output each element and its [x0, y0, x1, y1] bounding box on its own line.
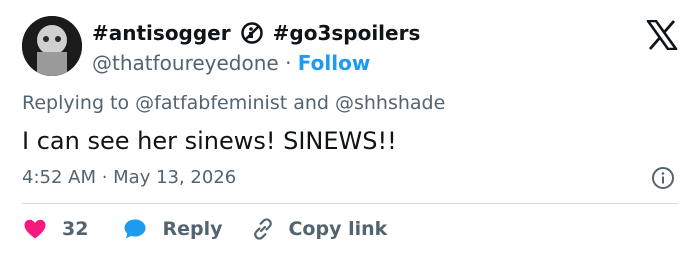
tweet-card: #antisogger #go3spoilers @thatfoureyedon… [0, 0, 700, 256]
action-bar: 32 Reply Copy link [22, 214, 387, 244]
author-info: #antisogger #go3spoilers @thatfoureyedon… [92, 20, 420, 76]
reply-button[interactable]: Reply [122, 216, 222, 242]
display-name[interactable]: #antisogger #go3spoilers [92, 20, 420, 46]
info-icon[interactable] [651, 166, 675, 190]
divider [22, 203, 678, 204]
handle-row: @thatfoureyedone · Follow [92, 50, 420, 76]
link-icon [254, 218, 273, 240]
display-name-part2: #go3spoilers [272, 21, 421, 45]
tweet-text: I can see her sinews! SINEWS!! [22, 127, 397, 155]
heart-icon [24, 219, 46, 239]
follow-button[interactable]: Follow [298, 51, 371, 75]
no-entry-icon [240, 22, 263, 44]
copy-link-label: Copy link [288, 218, 388, 240]
separator: · [285, 51, 292, 75]
avatar[interactable] [22, 16, 82, 76]
display-name-part1: #antisogger [92, 21, 231, 45]
timestamp[interactable]: 4:52 AM · May 13, 2026 [22, 167, 236, 188]
handle[interactable]: @thatfoureyedone [92, 51, 279, 75]
replying-to[interactable]: Replying to @fatfabfeminist and @shhshad… [22, 92, 445, 114]
like-button[interactable]: 32 [22, 216, 88, 242]
like-count: 32 [62, 218, 89, 240]
copy-link-button[interactable]: Copy link [250, 216, 387, 242]
speech-bubble-icon [124, 219, 146, 239]
avatar-image [22, 16, 82, 76]
x-logo-icon[interactable] [646, 20, 678, 50]
reply-label: Reply [162, 218, 223, 240]
